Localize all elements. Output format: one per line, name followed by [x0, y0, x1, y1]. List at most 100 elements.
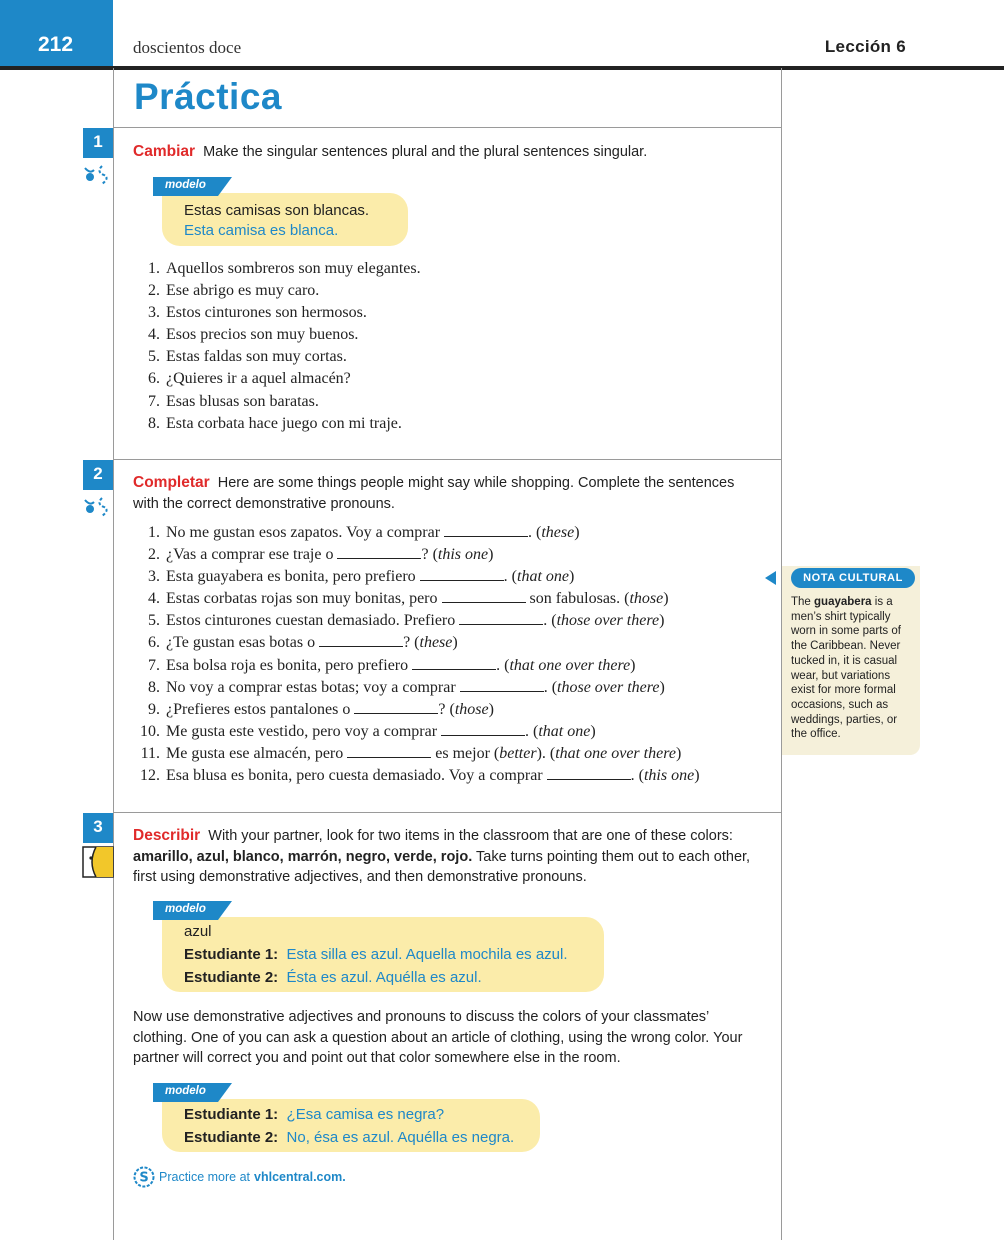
- item-text-c: ): [663, 590, 669, 608]
- item-text: Esta guayabera es bonita, pero prefiero: [166, 568, 416, 586]
- list-item: 1. Aquellos sombreros son muy elegantes.: [133, 258, 421, 280]
- nota-text-a: The: [791, 596, 811, 608]
- group-activity-icon: [82, 846, 114, 878]
- item-number: 8.: [148, 678, 160, 696]
- item-text: Ese abrigo es muy caro.: [166, 282, 320, 300]
- item-hint: this one: [437, 546, 489, 564]
- list-item: 11. Me gusta ese almacén, pero es mejor (…: [133, 743, 700, 765]
- answer-blank[interactable]: [441, 723, 526, 736]
- answer-blank[interactable]: [546, 767, 631, 781]
- item-number: 8.: [148, 414, 160, 432]
- item-text-c: ): [488, 700, 494, 718]
- modelo-tag-1: modelo: [153, 177, 232, 196]
- lesson-title: Lección 6: [824, 37, 906, 56]
- answer-blank[interactable]: [337, 546, 422, 560]
- practice-link[interactable]: S Practice more at vhlcentral.com.: [133, 1166, 346, 1188]
- page-number: 212: [38, 33, 74, 56]
- item-number: 9.: [148, 700, 160, 718]
- item-text: Estos cinturones son hermosos.: [166, 304, 367, 322]
- modelo-1-prompt: Estas camisas son blancas.: [184, 202, 370, 219]
- item-text: Esta corbata hace juego con mi traje.: [166, 414, 402, 432]
- list-item: 7. Esas blusas son baratas.: [133, 391, 421, 413]
- item-text-c: ): [659, 612, 665, 630]
- answer-blank[interactable]: [459, 679, 544, 692]
- activity-1-instruction-text: Make the singular sentences plural and t…: [203, 144, 648, 160]
- activity-2-rule: [113, 812, 781, 813]
- modelo-2-prompt: azul: [184, 923, 212, 940]
- item-text-b: es mejor (: [431, 744, 500, 762]
- answer-blank[interactable]: [319, 634, 404, 648]
- item-text-b: . (: [543, 612, 557, 630]
- item-number: 3.: [148, 568, 160, 586]
- list-item: 7. Esa bolsa roja es bonita, pero prefier…: [133, 655, 700, 677]
- item-number: 12.: [140, 767, 160, 785]
- activity-1-instruction: Cambiar Make the singular sentences plur…: [133, 142, 763, 163]
- activity-3-colors: amarillo, azul, blanco, marrón, negro, v…: [133, 848, 473, 865]
- activity-2-instruction: Completar Here are some things people mi…: [133, 473, 763, 514]
- list-item: 5. Estos cinturones cuestan demasiado. Pr…: [133, 610, 700, 632]
- practice-site[interactable]: vhlcentral.com.: [254, 1170, 346, 1184]
- item-number: 4.: [148, 326, 160, 344]
- modelo-box-3: Estudiante 1: ¿Esa camisa es negra? Estu…: [162, 1099, 540, 1152]
- practice-text: Practice more at: [159, 1170, 251, 1184]
- answer-blank[interactable]: [441, 590, 526, 604]
- item-text-b: . (: [528, 524, 542, 541]
- item-text-c: ): [659, 678, 665, 696]
- modelo-2-line-2: Estudiante 2: Ésta es azul. Aquélla es a…: [184, 966, 604, 989]
- item-text-b: ? (: [421, 546, 438, 564]
- nota-cultural-label: NOTA CULTURAL: [791, 568, 915, 588]
- activity-3-instruction-a: With your partner, look for two items in…: [208, 828, 733, 844]
- activity-1-list: 1. Aquellos sombreros son muy elegantes. 2…: [133, 258, 421, 435]
- item-text-c: ): [630, 656, 636, 674]
- item-text: No me gustan esos zapatos. Voy a comprar: [166, 524, 441, 541]
- student-1-text: ¿Esa camisa es negra?: [286, 1106, 445, 1123]
- item-text-c: ): [694, 767, 700, 785]
- list-item: 8. Esta corbata hace juego con mi traje.: [133, 413, 421, 435]
- list-item: 6. ¿Quieres ir a aquel almacén?: [133, 368, 421, 390]
- item-number: 7.: [148, 392, 160, 410]
- list-item: 4. Estas corbatas rojas son muy bonitas, …: [133, 588, 700, 610]
- item-text: ¿Vas a comprar ese traje o: [166, 546, 334, 564]
- item-number: 5.: [148, 612, 160, 630]
- activity-1-rule: [113, 459, 781, 460]
- list-item: 3. Esta guayabera es bonita, pero prefier…: [133, 566, 700, 588]
- nota-cultural-text: The guayabera is a men’s shirt typically…: [791, 595, 913, 742]
- pair-activity-icon: [84, 165, 108, 185]
- item-text-c: ): [569, 568, 575, 586]
- modelo-3-line-1: Estudiante 1: ¿Esa camisa es negra?: [184, 1103, 540, 1126]
- item-text-b: ? (: [438, 700, 455, 718]
- item-hint: that one over there: [509, 656, 631, 674]
- answer-blank[interactable]: [459, 612, 544, 626]
- item-text-b: . (: [543, 678, 558, 696]
- nota-arrow-icon: [765, 571, 776, 585]
- item-text: Aquellos sombreros son muy elegantes.: [166, 260, 421, 277]
- answer-blank[interactable]: [347, 745, 432, 758]
- student-1-label: Estudiante 1:: [184, 1106, 279, 1123]
- item-text: Estas faldas son muy cortas.: [166, 348, 347, 366]
- item-number: 4.: [148, 590, 160, 608]
- answer-blank[interactable]: [354, 701, 439, 714]
- answer-blank[interactable]: [444, 524, 529, 537]
- section-title: Práctica: [134, 76, 282, 117]
- item-hint: those over there: [556, 612, 660, 630]
- title-rule: [113, 127, 781, 128]
- item-text: Estos cinturones cuestan demasiado. Pref…: [166, 612, 456, 630]
- answer-blank[interactable]: [419, 568, 504, 582]
- item-text: ¿Quieres ir a aquel almacén?: [166, 370, 351, 388]
- item-text-c: ): [574, 524, 580, 541]
- modelo-1-answer: Esta camisa es blanca.: [184, 222, 339, 239]
- item-text-b: . (: [496, 656, 510, 674]
- answer-blank[interactable]: [412, 657, 497, 670]
- item-hint: those over there: [557, 678, 660, 696]
- list-item: 6. ¿Te gustan esas botas o ? (these): [133, 632, 700, 654]
- item-number: 11.: [140, 744, 160, 762]
- item-text-c: ). (: [536, 744, 556, 762]
- item-number: 3.: [148, 304, 160, 322]
- activity-1-number: 1: [83, 128, 113, 158]
- activity-2-keyword: Completar: [133, 474, 210, 491]
- list-item: 10. Me gusta este vestido, pero voy a com…: [133, 721, 700, 743]
- modelo-box-1: Estas camisas son blancas. Esta camisa e…: [162, 193, 408, 246]
- item-text-b: . (: [525, 722, 539, 740]
- modelo-tag-2: modelo: [153, 901, 232, 920]
- activity-3-paragraph: Now use demonstrative adjectives and pro…: [133, 1009, 743, 1066]
